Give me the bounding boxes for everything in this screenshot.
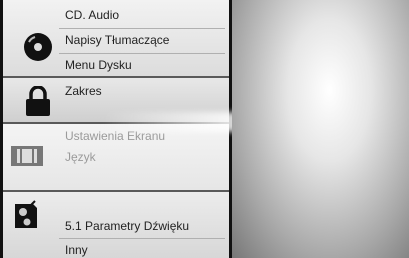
disc-icon bbox=[24, 33, 52, 61]
speaker-icon bbox=[15, 200, 37, 228]
preview-area bbox=[232, 0, 409, 258]
menu-item-subtitles[interactable]: Napisy Tłumaczące bbox=[65, 33, 169, 47]
padlock-icon bbox=[26, 86, 50, 116]
menu-item-disc-menu[interactable]: Menu Dysku bbox=[65, 58, 132, 72]
divider bbox=[59, 238, 225, 239]
setup-menu: CD. Audio Napisy Tłumaczące Menu Dysku Z… bbox=[3, 0, 243, 258]
display-section[interactable]: Ustawienia Ekranu Język bbox=[3, 124, 229, 190]
disc-section[interactable]: CD. Audio Napisy Tłumaczące Menu Dysku bbox=[3, 0, 229, 76]
menu-item-audio-51[interactable]: 5.1 Parametry Dźwięku bbox=[65, 219, 189, 233]
divider bbox=[59, 28, 225, 29]
divider bbox=[59, 53, 225, 54]
menu-item-other[interactable]: Inny bbox=[65, 243, 88, 257]
menu-item-language[interactable]: Język bbox=[65, 150, 96, 164]
audio-section[interactable]: 5.1 Parametry Dźwięku Inny bbox=[3, 192, 229, 258]
menu-item-cd-audio[interactable]: CD. Audio bbox=[65, 8, 119, 22]
screen-icon bbox=[11, 146, 43, 166]
selection-highlight bbox=[103, 112, 243, 132]
setup-screen: CD. Audio Napisy Tłumaczące Menu Dysku Z… bbox=[0, 0, 409, 258]
menu-item-rating[interactable]: Zakres bbox=[65, 84, 102, 98]
